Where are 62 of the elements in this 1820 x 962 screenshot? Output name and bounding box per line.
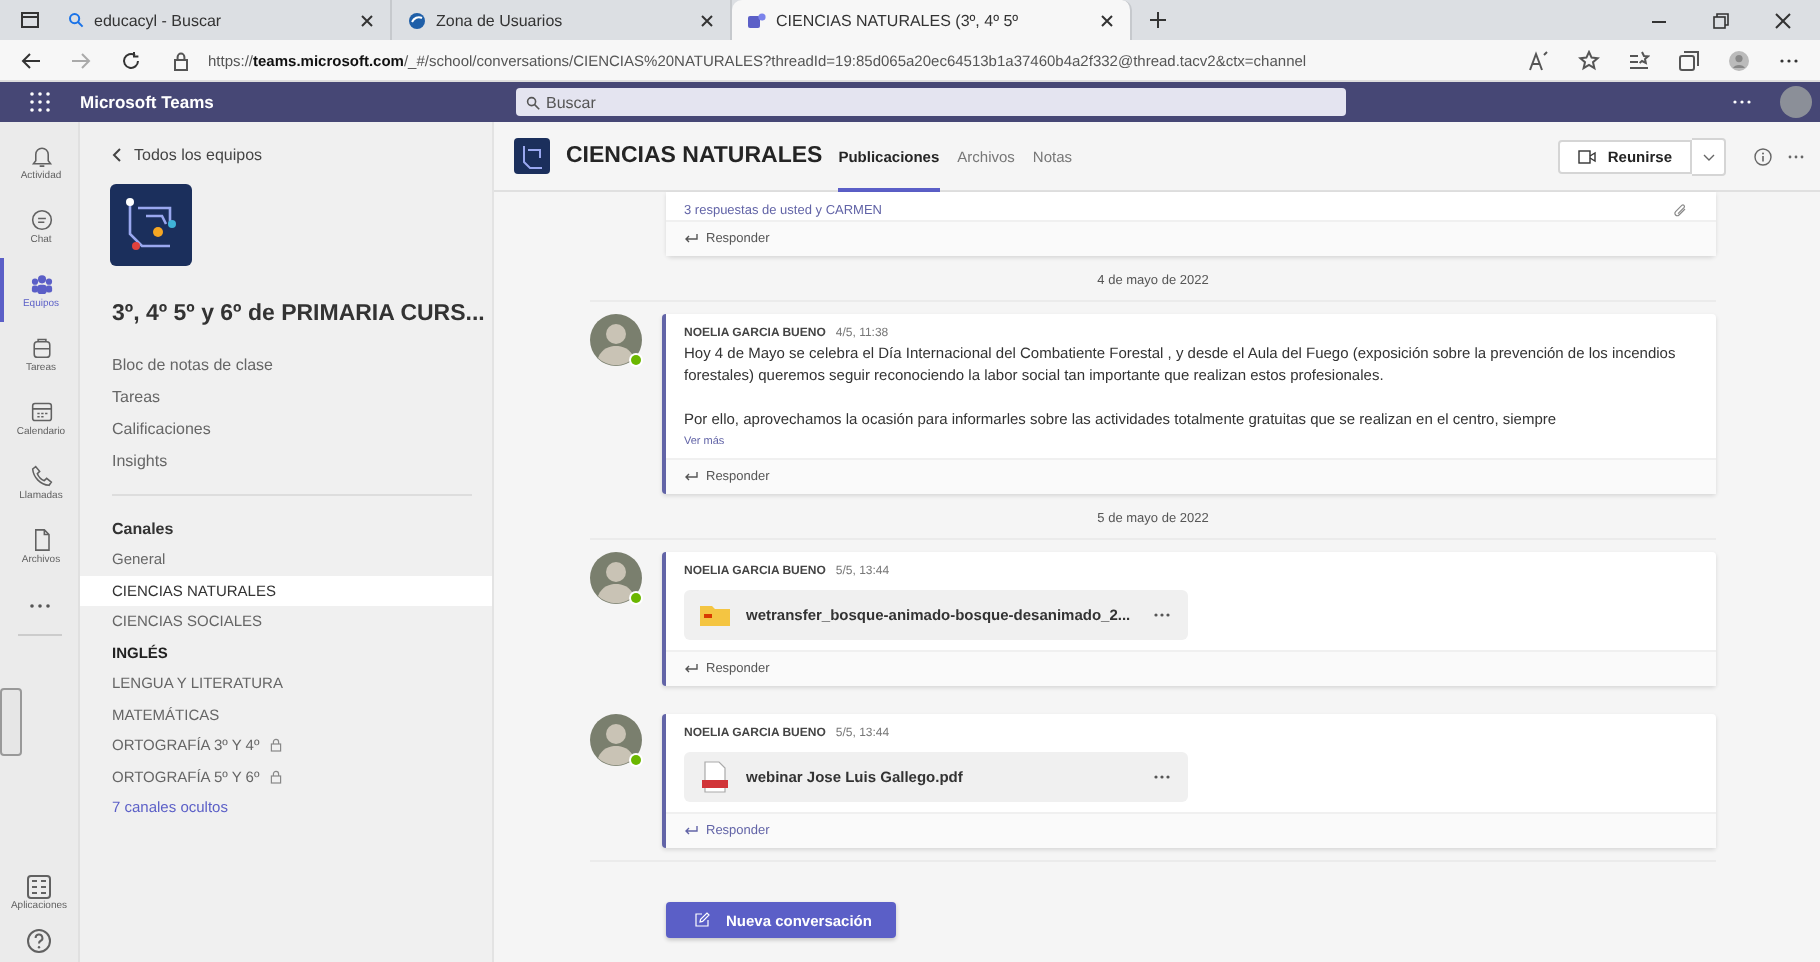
new-tab-icon[interactable]: [1148, 10, 1168, 30]
avatar-icon: [590, 314, 646, 370]
search-field[interactable]: Buscar: [516, 88, 1346, 116]
window-menu-icon[interactable]: [20, 10, 40, 30]
team-link[interactable]: Calificaciones: [112, 418, 492, 440]
app-launcher-icon[interactable]: [30, 92, 50, 112]
teams-icon: [748, 11, 766, 29]
reply-arrow-icon: [684, 664, 698, 674]
people-icon: [27, 270, 55, 298]
team-logo-drawing: [110, 184, 192, 266]
more-icon[interactable]: [1154, 774, 1170, 780]
team-name: 3º, 4º 5º y 6º de PRIMARIA CURS...: [112, 302, 485, 326]
more-icon[interactable]: [1154, 612, 1170, 618]
reply-arrow-icon: [684, 234, 698, 244]
search-icon: [526, 95, 540, 109]
more-icon[interactable]: [1732, 98, 1752, 106]
avatar-icon: [590, 552, 646, 608]
team-link[interactable]: Insights: [112, 450, 492, 472]
dock-handle[interactable]: [0, 688, 22, 756]
close-icon[interactable]: [700, 13, 714, 27]
calendar-icon: [27, 398, 55, 426]
backpack-icon: [27, 334, 55, 362]
team-link[interactable]: Tareas: [112, 386, 492, 408]
chat-bubble-icon: [27, 206, 55, 234]
reload-icon[interactable]: [120, 49, 142, 71]
profile-icon[interactable]: [1728, 49, 1750, 71]
bell-icon: [27, 142, 55, 170]
compose-icon: [694, 912, 710, 928]
help-icon[interactable]: [25, 928, 52, 954]
favorite-star-icon[interactable]: [1578, 49, 1600, 71]
channels-header: Canales: [112, 520, 176, 538]
chevron-down-icon: [1701, 149, 1715, 163]
globe-icon: [408, 11, 426, 29]
more-icon[interactable]: [1788, 153, 1804, 159]
team-logo-drawing: [514, 138, 550, 174]
app-name: Microsoft Teams: [80, 92, 216, 112]
close-icon[interactable]: [360, 13, 374, 27]
phone-icon: [27, 462, 55, 490]
reply-arrow-icon: [684, 472, 698, 482]
back-link[interactable]: Todos los equipos: [112, 146, 492, 164]
grid-icon: [25, 874, 52, 900]
close-icon[interactable]: [1100, 13, 1114, 27]
avatar-icon: [590, 714, 646, 770]
chevron-left-icon: [112, 148, 122, 162]
back-icon[interactable]: [20, 49, 42, 71]
pdf-file-icon: [698, 760, 732, 794]
paperclip-icon: [1672, 202, 1688, 220]
info-icon[interactable]: [1754, 147, 1772, 165]
close-icon[interactable]: [1774, 11, 1792, 29]
browser-tab[interactable]: CIENCIAS NATURALES (3º, 4º 5º: [732, 0, 1132, 40]
profile-avatar[interactable]: [1780, 86, 1812, 118]
reply-arrow-icon: [684, 826, 698, 836]
read-aloud-icon[interactable]: [1528, 49, 1550, 71]
more-icon[interactable]: [27, 602, 51, 610]
collections-icon[interactable]: [1678, 49, 1700, 71]
favorites-list-icon[interactable]: [1628, 49, 1650, 71]
video-camera-icon: [1577, 149, 1596, 163]
team-link[interactable]: Bloc de notas de clase: [112, 354, 492, 376]
restore-icon[interactable]: [1712, 11, 1730, 29]
search-icon: [68, 12, 84, 28]
lock-icon: [170, 49, 192, 71]
channel-title: CIENCIAS NATURALES: [566, 144, 823, 168]
